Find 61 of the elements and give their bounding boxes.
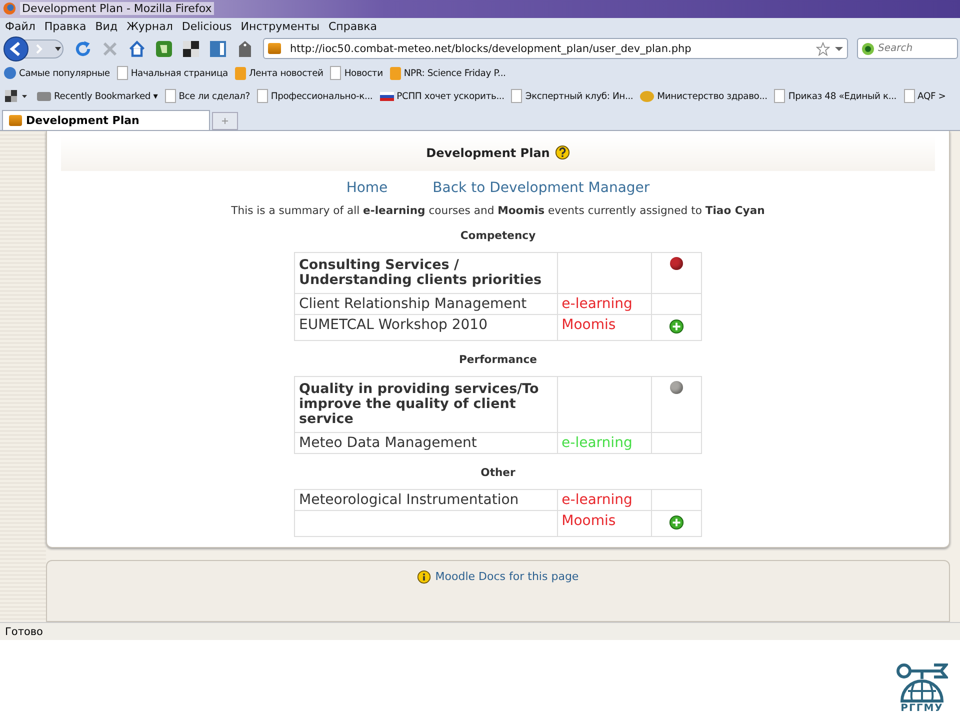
- course-type: e-learning: [562, 296, 632, 312]
- bookmark-item[interactable]: Все ли сделал?: [164, 89, 250, 104]
- course-name: Client Relationship Management: [299, 296, 527, 312]
- section-title: Other: [480, 466, 516, 479]
- menu-item[interactable]: Справка: [328, 20, 377, 34]
- course-name: EUMETCAL Workshop 2010: [299, 316, 488, 333]
- browser-tab[interactable]: Development Plan: [2, 110, 210, 130]
- bookmark-item[interactable]: AQF >: [904, 89, 946, 104]
- bookmark-item[interactable]: Министерство здраво...: [640, 90, 768, 102]
- nav-link[interactable]: Back to Development Manager: [432, 180, 650, 196]
- grid-icon[interactable]: [4, 89, 30, 104]
- logo-text: РГГМУ: [900, 703, 944, 714]
- bookmark-item[interactable]: Лента новостей: [234, 66, 324, 80]
- course-type: e-learning: [562, 434, 632, 451]
- info-icon: [417, 570, 432, 584]
- bookmark-item[interactable]: Экспертный клуб: Ин...: [511, 89, 634, 104]
- add-icon[interactable]: [668, 514, 684, 530]
- course-type: e-learning: [562, 492, 632, 508]
- course-name: Meteorological Instrumentation: [299, 492, 519, 508]
- menu-item[interactable]: Журнал: [126, 20, 173, 34]
- competency-cell: Quality in providing services/To improve the quality of client service: [294, 376, 558, 432]
- home-icon[interactable]: [128, 40, 146, 58]
- summary-text: This is a summary of all e-learning courses and Moomis events currently assigned to Tiao Cyan: [231, 204, 765, 217]
- help-icon[interactable]: [554, 145, 570, 160]
- competency-cell: Consulting Services / Understanding clients priorities: [294, 252, 558, 294]
- squares-icon[interactable]: [182, 40, 200, 58]
- section-title: Performance: [459, 352, 537, 366]
- panel-icon[interactable]: [209, 40, 227, 58]
- menu-item[interactable]: Правка: [44, 20, 86, 34]
- star-icon[interactable]: [816, 42, 830, 56]
- globe-icon: [3, 2, 16, 16]
- menu-item[interactable]: Вид: [95, 20, 118, 34]
- weathervane-globe-icon: [896, 663, 948, 703]
- bookmark-item[interactable]: РСПП хочет ускорить...: [380, 90, 504, 102]
- menu-item[interactable]: Delicious: [182, 20, 232, 34]
- bookmark-item[interactable]: Приказ 48 «Единый к...: [774, 89, 897, 104]
- status-bar: Готово: [0, 622, 960, 640]
- course-type: Moomis: [562, 512, 616, 529]
- bookmark-item[interactable]: Новости: [330, 66, 383, 80]
- bookmark-item[interactable]: Самые популярные: [4, 67, 110, 80]
- course-name: Meteo Data Management: [299, 434, 477, 451]
- add-icon[interactable]: [668, 318, 684, 334]
- nav-link[interactable]: Home: [346, 180, 388, 196]
- bookmark-item[interactable]: Профессионально-к...: [256, 89, 373, 104]
- course-type: Moomis: [562, 316, 616, 333]
- bookmark-item[interactable]: Recently Bookmarked ▾: [37, 90, 158, 102]
- docs-link[interactable]: Moodle Docs for this page: [435, 570, 579, 583]
- engine-icon[interactable]: [861, 42, 875, 56]
- search-box[interactable]: Search: [857, 38, 958, 60]
- section-title: Competency: [460, 228, 536, 242]
- window-title: Development Plan - Mozilla Firefox: [20, 2, 214, 16]
- bookmark-item[interactable]: Начальная страница: [116, 66, 228, 80]
- menu-item[interactable]: Инструменты: [240, 20, 320, 34]
- back-forward-icon[interactable]: [3, 36, 65, 62]
- bookmark-item[interactable]: NPR: Science Friday P...: [390, 66, 506, 80]
- reload-icon[interactable]: [74, 40, 92, 58]
- page-heading: Development Plan: [426, 146, 550, 160]
- tag-icon[interactable]: [236, 40, 254, 58]
- caret-icon[interactable]: [835, 46, 843, 52]
- address-field[interactable]: http://ioc50.combat-meteo.net/blocks/development_plan/user_dev_plan.php: [263, 38, 848, 60]
- menu-item[interactable]: Файл: [5, 20, 36, 34]
